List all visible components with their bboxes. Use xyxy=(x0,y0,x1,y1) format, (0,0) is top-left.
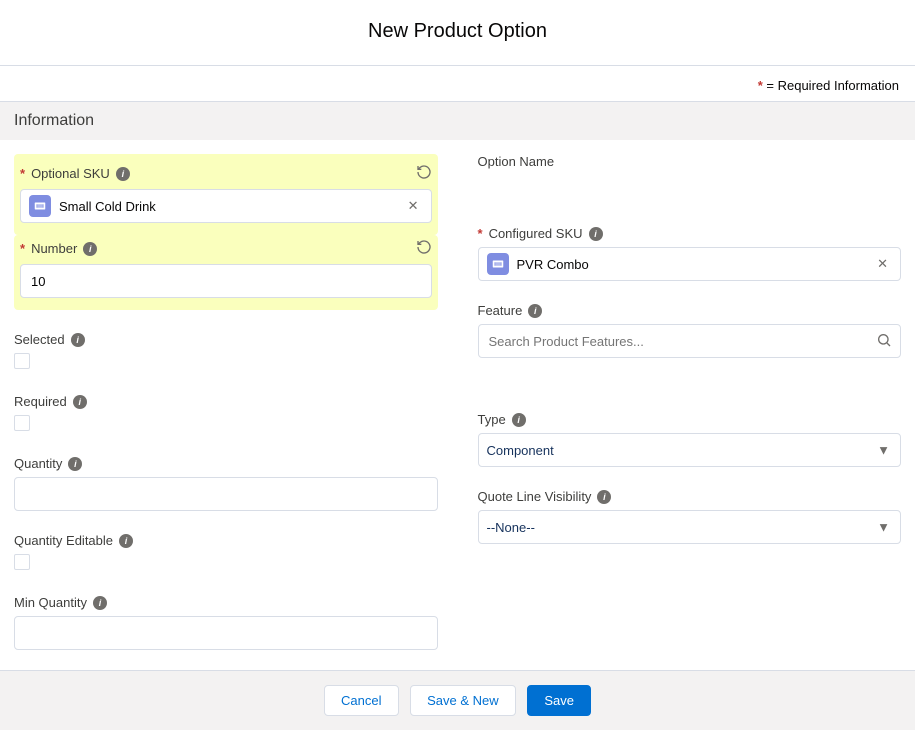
quantity-editable-checkbox[interactable] xyxy=(14,554,30,570)
label-optional-sku: Optional SKU xyxy=(31,166,110,181)
help-icon[interactable] xyxy=(597,490,611,504)
label-min-quantity: Min Quantity xyxy=(14,595,87,610)
help-icon[interactable] xyxy=(512,413,526,427)
label-quote-line-visibility: Quote Line Visibility xyxy=(478,489,592,504)
modal-footer: Cancel Save & New Save xyxy=(0,670,915,730)
field-optional-sku: * Optional SKU Small Cold Drink xyxy=(14,154,438,235)
label-number: Number xyxy=(31,241,77,256)
label-option-name: Option Name xyxy=(478,154,555,169)
label-quantity: Quantity xyxy=(14,456,62,471)
label-quantity-editable: Quantity Editable xyxy=(14,533,113,548)
configured-sku-lookup[interactable]: PVR Combo ✕ xyxy=(478,247,902,281)
label-required: Required xyxy=(14,394,67,409)
label-selected: Selected xyxy=(14,332,65,347)
field-type: Type Component ▼ xyxy=(478,412,902,467)
configured-sku-value: PVR Combo xyxy=(517,257,866,272)
feature-search-input[interactable] xyxy=(487,330,877,353)
help-icon[interactable] xyxy=(528,304,542,318)
product-icon xyxy=(487,253,509,275)
required-mark: * xyxy=(20,166,25,181)
field-feature: Feature xyxy=(478,303,902,358)
selected-checkbox[interactable] xyxy=(14,353,30,369)
field-quantity-editable: Quantity Editable xyxy=(14,533,438,573)
field-option-name: Option Name xyxy=(478,154,902,204)
required-mark: * xyxy=(478,226,483,241)
type-select[interactable]: Component ▼ xyxy=(478,433,902,467)
cancel-button[interactable]: Cancel xyxy=(324,685,398,716)
help-icon[interactable] xyxy=(68,457,82,471)
help-icon[interactable] xyxy=(73,395,87,409)
help-icon[interactable] xyxy=(116,167,130,181)
field-min-quantity: Min Quantity xyxy=(14,595,438,650)
section-header-information: Information xyxy=(0,101,915,140)
type-value: Component xyxy=(487,443,893,458)
required-mark: * xyxy=(20,241,25,256)
optional-sku-lookup[interactable]: Small Cold Drink ✕ xyxy=(20,189,432,223)
modal: New Product Option * = Required Informat… xyxy=(0,0,915,730)
required-checkbox[interactable] xyxy=(14,415,30,431)
product-icon xyxy=(29,195,51,217)
required-info-note: * = Required Information xyxy=(0,66,915,101)
undo-icon[interactable] xyxy=(416,164,432,183)
save-and-new-button[interactable]: Save & New xyxy=(410,685,516,716)
help-icon[interactable] xyxy=(83,242,97,256)
field-required: Required xyxy=(14,394,438,434)
clear-icon[interactable]: ✕ xyxy=(873,256,892,272)
help-icon[interactable] xyxy=(589,227,603,241)
quantity-input[interactable] xyxy=(23,483,429,506)
field-quote-line-visibility: Quote Line Visibility --None-- ▼ xyxy=(478,489,902,544)
label-feature: Feature xyxy=(478,303,523,318)
search-icon[interactable] xyxy=(876,332,892,351)
number-input[interactable] xyxy=(29,270,423,293)
modal-title: New Product Option xyxy=(0,0,915,66)
field-number: * Number xyxy=(14,235,438,310)
label-configured-sku: Configured SKU xyxy=(489,226,583,241)
right-column: Option Name * Configured SKU xyxy=(478,154,902,670)
label-type: Type xyxy=(478,412,506,427)
undo-icon[interactable] xyxy=(416,239,432,258)
optional-sku-value: Small Cold Drink xyxy=(59,199,396,214)
field-selected: Selected xyxy=(14,332,438,372)
quote-line-visibility-value: --None-- xyxy=(487,520,893,535)
save-button[interactable]: Save xyxy=(527,685,591,716)
field-configured-sku: * Configured SKU PVR Combo ✕ xyxy=(478,226,902,281)
min-quantity-input[interactable] xyxy=(23,622,429,645)
help-icon[interactable] xyxy=(119,534,133,548)
left-column: * Optional SKU Small Cold Drink xyxy=(14,154,438,670)
help-icon[interactable] xyxy=(71,333,85,347)
required-text: = Required Information xyxy=(763,78,899,93)
form-body: * Optional SKU Small Cold Drink xyxy=(0,140,915,670)
field-quantity: Quantity xyxy=(14,456,438,511)
quote-line-visibility-select[interactable]: --None-- ▼ xyxy=(478,510,902,544)
help-icon[interactable] xyxy=(93,596,107,610)
clear-icon[interactable]: ✕ xyxy=(404,198,423,214)
